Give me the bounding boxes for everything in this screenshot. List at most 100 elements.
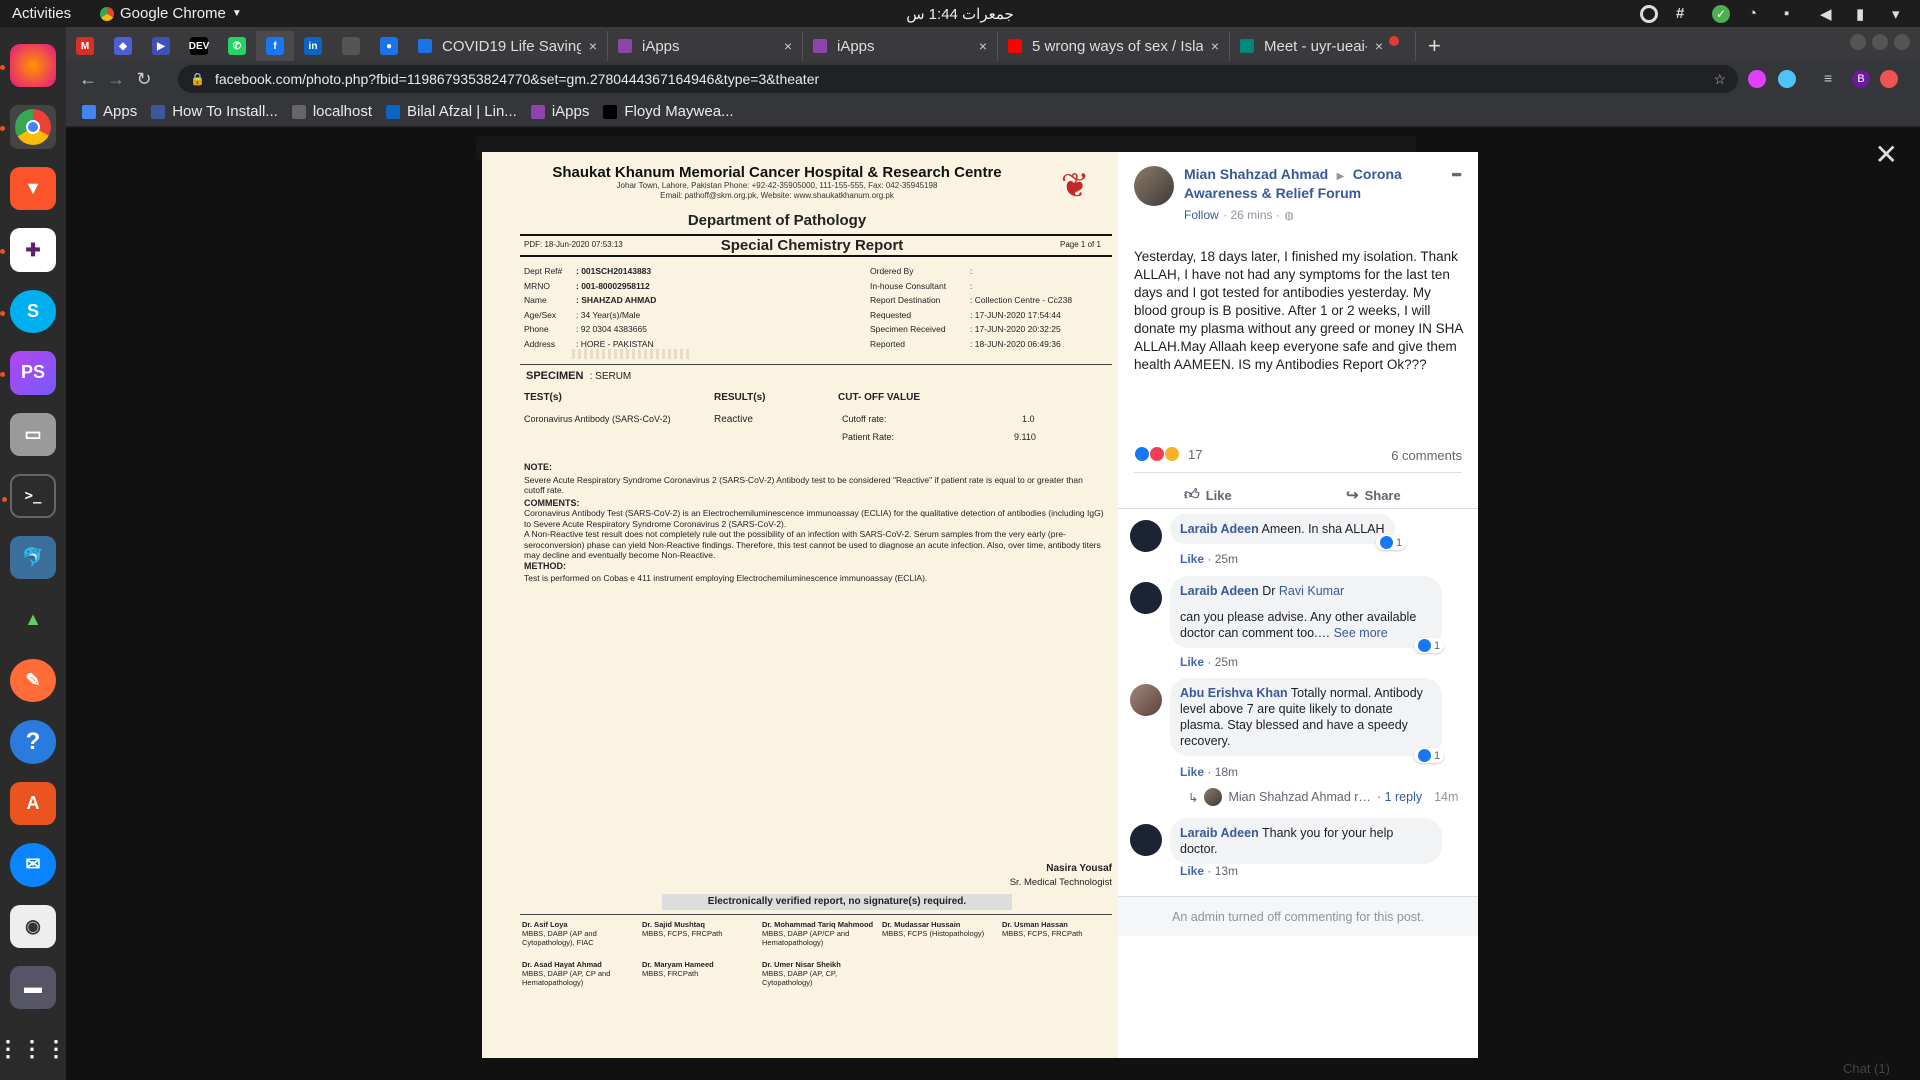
- postman-icon[interactable]: ✎: [10, 658, 56, 703]
- bookmark[interactable]: Floyd Maywea...: [603, 103, 734, 120]
- commenter-avatar[interactable]: [1130, 582, 1162, 614]
- pinned-tab[interactable]: ▶: [142, 31, 180, 61]
- screen-icon[interactable]: ▬: [10, 966, 56, 1010]
- address-bar[interactable]: 🔒 facebook.com/photo.php?fbid=1198679353…: [178, 65, 1738, 93]
- slack-tray-icon[interactable]: #: [1676, 5, 1694, 23]
- tab-close-icon[interactable]: ×: [1211, 38, 1219, 54]
- commenter-name[interactable]: Laraib Adeen: [1180, 522, 1259, 536]
- see-more-link[interactable]: See more: [1334, 626, 1388, 640]
- extension-red-icon[interactable]: [1880, 70, 1898, 88]
- lock-icon[interactable]: 🔒: [190, 72, 205, 86]
- software-center-icon[interactable]: A: [10, 781, 56, 826]
- mysql-workbench-icon[interactable]: 🐬: [10, 535, 56, 580]
- brave-icon[interactable]: ▼: [10, 166, 56, 211]
- comments-count[interactable]: 6 comments: [1391, 448, 1462, 463]
- pinned-tab[interactable]: ●: [370, 31, 408, 61]
- pinned-tab[interactable]: M: [66, 31, 104, 61]
- comment-like-link[interactable]: Like: [1180, 864, 1204, 878]
- bookmark[interactable]: iApps: [530, 103, 589, 120]
- minimize-button[interactable]: [1850, 34, 1866, 50]
- bookmark[interactable]: localhost: [291, 103, 372, 120]
- patient-rate-label: Patient Rate:: [842, 432, 895, 442]
- help-icon[interactable]: ?: [10, 720, 56, 764]
- commenter-avatar[interactable]: [1130, 520, 1162, 552]
- reply-thread[interactable]: ↳ Mian Shahzad Ahmad r… · 1 reply 14m: [1188, 788, 1458, 806]
- pinned-tab[interactable]: ✆: [218, 31, 256, 61]
- firefox-icon[interactable]: [0, 44, 56, 88]
- star-icon[interactable]: ☆: [1713, 71, 1726, 88]
- close-icon[interactable]: ✕: [1875, 138, 1898, 171]
- bookmark[interactable]: Apps: [82, 103, 137, 120]
- volume-icon[interactable]: ◀: [1820, 5, 1838, 23]
- maximize-button[interactable]: [1872, 34, 1888, 50]
- post-time[interactable]: · 26 mins ·: [1223, 208, 1280, 222]
- comment-like-link[interactable]: Like: [1180, 765, 1204, 779]
- files-icon[interactable]: ▭: [10, 412, 56, 457]
- browser-tab[interactable]: COVID19 Life Saving Drug ×: [408, 31, 608, 61]
- close-window-button[interactable]: [1894, 34, 1910, 50]
- profile-avatar[interactable]: B: [1852, 70, 1870, 88]
- comment-likes[interactable]: 1: [1414, 638, 1445, 653]
- follow-link[interactable]: Follow: [1184, 208, 1219, 222]
- terminal-icon[interactable]: >_: [2, 474, 56, 518]
- lock-icon[interactable]: ▪: [1784, 5, 1802, 23]
- tab-close-icon[interactable]: ×: [979, 38, 987, 54]
- commenter-name[interactable]: Laraib Adeen: [1180, 584, 1259, 598]
- chat-bar[interactable]: Chat (1): [1843, 1061, 1890, 1076]
- tab-close-icon[interactable]: ×: [1375, 38, 1383, 54]
- show-apps-icon[interactable]: ⋮⋮⋮: [0, 1027, 67, 1070]
- wifi-icon[interactable]: ◔: [1748, 5, 1766, 23]
- pinned-tab[interactable]: [332, 31, 370, 61]
- share-button[interactable]: ↪ Share: [1346, 486, 1401, 504]
- app-menu[interactable]: Google Chrome ▼: [100, 5, 242, 22]
- clock[interactable]: جمعرات 1:44 س: [906, 5, 1014, 23]
- comment-like-link[interactable]: Like: [1180, 655, 1204, 669]
- photo-lab-report[interactable]: Shaukat Khanum Memorial Cancer Hospital …: [482, 152, 1118, 1058]
- new-tab-button[interactable]: +: [1416, 31, 1453, 61]
- bookmark[interactable]: Bilal Afzal | Lin...: [386, 103, 517, 120]
- reactions-summary[interactable]: 17: [1134, 446, 1202, 462]
- commenter-avatar[interactable]: [1130, 824, 1162, 856]
- browser-tab[interactable]: iApps ×: [608, 31, 803, 61]
- comment-like-link[interactable]: Like: [1180, 552, 1204, 566]
- thunderbird-icon[interactable]: ✉: [10, 843, 56, 887]
- browser-tab[interactable]: iApps ×: [803, 31, 998, 61]
- more-options-icon[interactable]: •••: [1451, 166, 1462, 182]
- browser-tab[interactable]: Meet - uyr-ueai-bgq ×: [1230, 31, 1416, 61]
- tab-close-icon[interactable]: ×: [589, 38, 597, 54]
- browser-tab[interactable]: 5 wrong ways of sex / Isla ×: [998, 31, 1230, 61]
- record-icon[interactable]: [1640, 4, 1658, 23]
- slack-icon[interactable]: ✚: [0, 228, 56, 272]
- pinned-tab[interactable]: DEV: [180, 31, 218, 61]
- extension-moon-icon[interactable]: [1748, 70, 1766, 88]
- comment-likes[interactable]: 1: [1376, 535, 1407, 550]
- pinned-tab[interactable]: ◆: [104, 31, 142, 61]
- chrome-icon[interactable]: [0, 105, 56, 149]
- pinned-tab[interactable]: f: [256, 31, 294, 61]
- tab-title: iApps: [642, 37, 680, 55]
- reply-count-link[interactable]: · 1 reply: [1377, 790, 1422, 804]
- commenter-name[interactable]: Abu Erishva Khan: [1180, 686, 1288, 700]
- pinned-tab[interactable]: in: [294, 31, 332, 61]
- author-avatar[interactable]: [1134, 166, 1174, 206]
- power-menu-icon[interactable]: ▾: [1892, 5, 1910, 23]
- skype-icon[interactable]: S: [0, 289, 56, 334]
- like-button[interactable]: 👍︎ Like: [1184, 486, 1232, 504]
- activities-button[interactable]: Activities: [0, 5, 90, 22]
- commenter-name[interactable]: Laraib Adeen: [1180, 826, 1259, 840]
- media-queue-icon[interactable]: ≡: [1824, 70, 1842, 88]
- phpstorm-icon[interactable]: PS: [0, 351, 56, 395]
- rocket-icon[interactable]: ▲: [10, 597, 56, 641]
- extension-search-icon[interactable]: [1778, 70, 1796, 88]
- check-icon[interactable]: ✓: [1712, 4, 1730, 23]
- comment-likes[interactable]: 1: [1414, 748, 1445, 763]
- iapps-icon: [530, 104, 545, 119]
- mention-link[interactable]: Ravi Kumar: [1279, 584, 1344, 598]
- reload-icon[interactable]: ↻: [128, 69, 160, 90]
- commenter-avatar[interactable]: [1130, 684, 1162, 716]
- speaker-icon[interactable]: ◉: [10, 904, 56, 949]
- battery-icon[interactable]: ▮: [1856, 5, 1874, 23]
- bookmark[interactable]: How To Install...: [151, 103, 278, 120]
- author-name[interactable]: Mian Shahzad Ahmad: [1184, 166, 1328, 182]
- tab-close-icon[interactable]: ×: [784, 38, 792, 54]
